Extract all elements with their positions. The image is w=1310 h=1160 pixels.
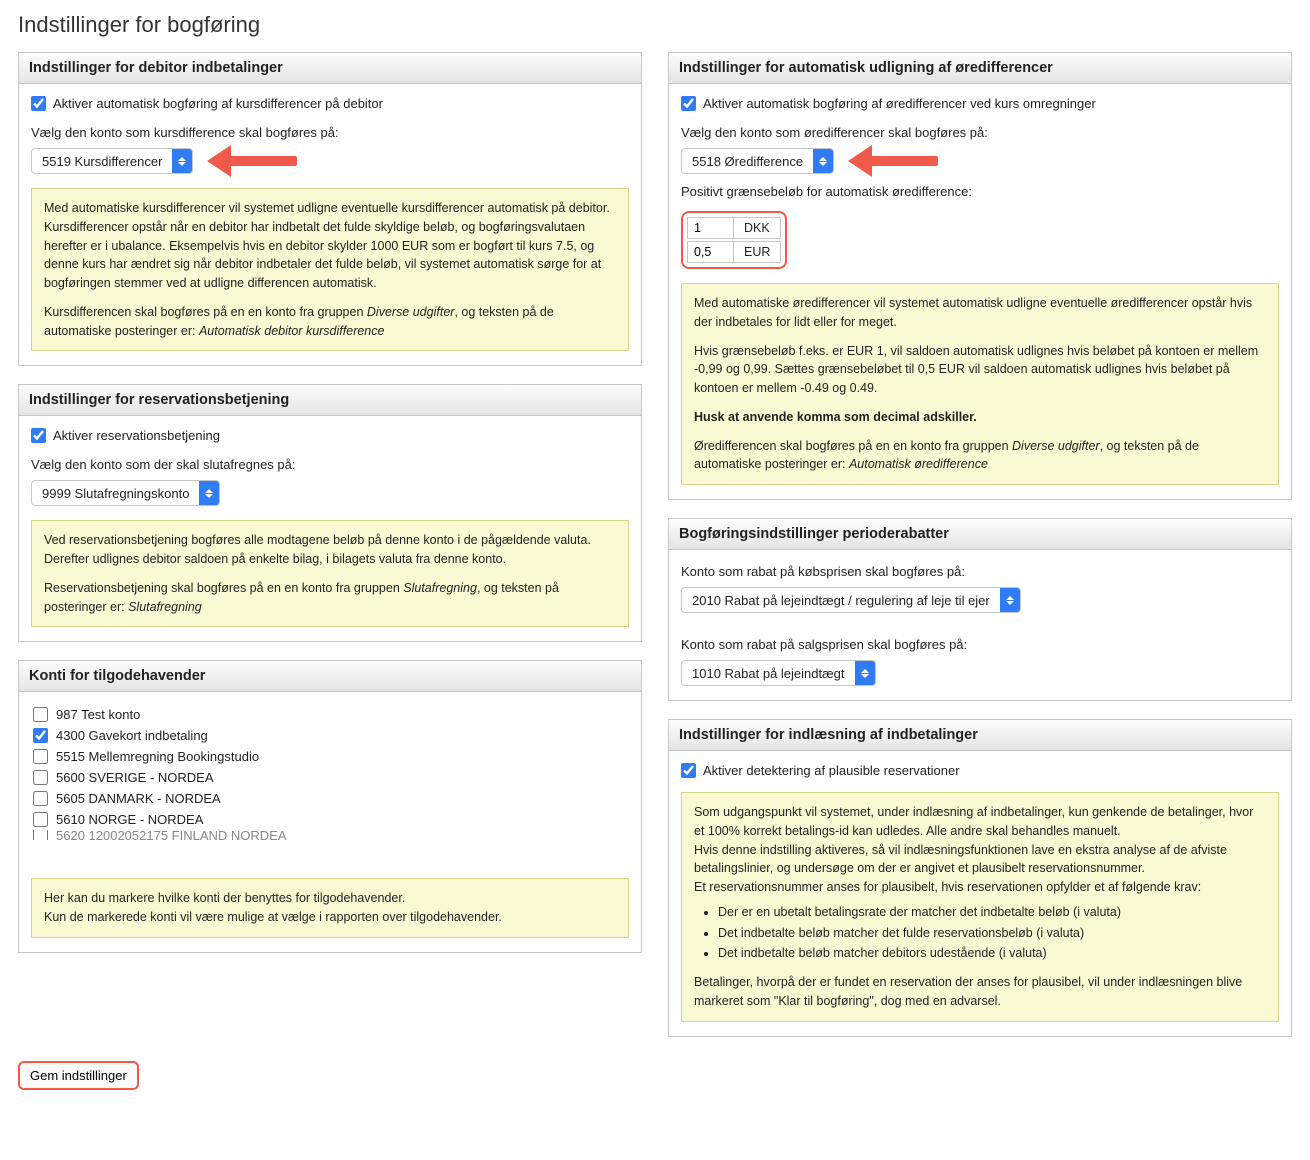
reservation-enable-row[interactable]: Aktiver reservationsbetjening: [31, 428, 629, 443]
ore-limit-currency: EUR: [733, 241, 781, 263]
panel-indlaes: Indstillinger for indlæsning af indbetal…: [668, 719, 1292, 1037]
rabat-buy-label: Konto som rabat på købsprisen skal bogfø…: [681, 564, 1279, 579]
account-item-label: 5620 12002052175 FINLAND NORDEA: [56, 830, 287, 840]
account-item-label: 5515 Mellemregning Bookingstudio: [56, 749, 259, 764]
account-item-label: 5600 SVERIGE - NORDEA: [56, 770, 214, 785]
save-button[interactable]: Gem indstillinger: [18, 1061, 139, 1090]
debitor-enable-label: Aktiver automatisk bogføring af kursdiff…: [53, 96, 383, 111]
reservation-account-select[interactable]: 9999 Slutafregningskonto: [31, 480, 220, 506]
chevron-updown-icon: [813, 149, 833, 173]
indlaes-enable-label: Aktiver detektering af plausible reserva…: [703, 763, 960, 778]
rabat-sell-select[interactable]: 1010 Rabat på lejeindtægt: [681, 660, 876, 686]
account-item-checkbox[interactable]: [33, 707, 48, 722]
arrow-annotation-icon: [207, 148, 297, 174]
ore-limit-input[interactable]: [687, 217, 733, 239]
ore-limit-row: DKK: [687, 217, 781, 239]
panel-rabat: Bogføringsindstillinger perioderabatter …: [668, 518, 1292, 701]
indlaes-bullet: Det indbetalte beløb matcher debitors ud…: [718, 944, 1266, 963]
account-item-label: 5605 DANMARK - NORDEA: [56, 791, 221, 806]
ore-limit-input[interactable]: [687, 241, 733, 263]
ore-enable-row[interactable]: Aktiver automatisk bogføring af ørediffe…: [681, 96, 1279, 111]
debitor-account-label: Vælg den konto som kursdifference skal b…: [31, 125, 629, 140]
ore-enable-checkbox[interactable]: [681, 96, 696, 111]
chevron-updown-icon: [199, 481, 219, 505]
account-item-label: 5610 NORGE - NORDEA: [56, 812, 203, 827]
panel-ore: Indstillinger for automatisk udligning a…: [668, 52, 1292, 500]
debitor-account-select-value: 5519 Kursdifferencer: [32, 154, 172, 169]
account-item[interactable]: 5605 DANMARK - NORDEA: [31, 788, 625, 809]
debitor-account-select[interactable]: 5519 Kursdifferencer: [31, 148, 193, 174]
indlaes-bullet: Der er en ubetalt betalingsrate der matc…: [718, 903, 1266, 922]
panel-accounts: Konti for tilgodehavender 987 Test konto…: [18, 660, 642, 953]
panel-debitor-header: Indstillinger for debitor indbetalinger: [19, 53, 641, 84]
ore-limit-row: EUR: [687, 241, 781, 263]
panel-reservation: Indstillinger for reservationsbetjening …: [18, 384, 642, 642]
chevron-updown-icon: [1000, 588, 1020, 612]
account-item-label: 4300 Gavekort indbetaling: [56, 728, 208, 743]
indlaes-info: Som udgangspunkt vil systemet, under ind…: [681, 792, 1279, 1022]
indlaes-bullet: Det indbetalte beløb matcher det fulde r…: [718, 924, 1266, 943]
panel-rabat-header: Bogføringsindstillinger perioderabatter: [669, 519, 1291, 550]
account-item-checkbox[interactable]: [33, 830, 48, 840]
ore-limit-currency: DKK: [733, 217, 781, 239]
ore-account-select-value: 5518 Øredifference: [682, 154, 813, 169]
debitor-info: Med automatiske kursdifferencer vil syst…: [31, 188, 629, 351]
account-item[interactable]: 5620 12002052175 FINLAND NORDEA: [31, 830, 625, 840]
panel-reservation-header: Indstillinger for reservationsbetjening: [19, 385, 641, 416]
chevron-updown-icon: [855, 661, 875, 685]
account-item[interactable]: 987 Test konto: [31, 704, 625, 725]
reservation-account-select-value: 9999 Slutafregningskonto: [32, 486, 199, 501]
rabat-sell-select-value: 1010 Rabat på lejeindtægt: [682, 666, 855, 681]
reservation-info: Ved reservationsbetjening bogføres alle …: [31, 520, 629, 627]
reservation-enable-checkbox[interactable]: [31, 428, 46, 443]
panel-accounts-header: Konti for tilgodehavender: [19, 661, 641, 692]
chevron-updown-icon: [172, 149, 192, 173]
ore-account-select[interactable]: 5518 Øredifference: [681, 148, 834, 174]
indlaes-enable-row[interactable]: Aktiver detektering af plausible reserva…: [681, 763, 1279, 778]
indlaes-enable-checkbox[interactable]: [681, 763, 696, 778]
rabat-sell-label: Konto som rabat på salgsprisen skal bogf…: [681, 637, 1279, 652]
account-item[interactable]: 5610 NORGE - NORDEA: [31, 809, 625, 830]
arrow-annotation-icon: [848, 148, 938, 174]
rabat-buy-select[interactable]: 2010 Rabat på lejeindtægt / regulering a…: [681, 587, 1021, 613]
rabat-buy-select-value: 2010 Rabat på lejeindtægt / regulering a…: [682, 593, 1000, 608]
account-item-checkbox[interactable]: [33, 749, 48, 764]
debitor-enable-checkbox[interactable]: [31, 96, 46, 111]
ore-enable-label: Aktiver automatisk bogføring af ørediffe…: [703, 96, 1096, 111]
account-item-checkbox[interactable]: [33, 770, 48, 785]
ore-info: Med automatiske øredifferencer vil syste…: [681, 283, 1279, 485]
ore-limit-box: DKKEUR: [681, 211, 787, 269]
ore-account-label: Vælg den konto som øredifferencer skal b…: [681, 125, 1279, 140]
account-item-label: 987 Test konto: [56, 707, 140, 722]
account-item[interactable]: 4300 Gavekort indbetaling: [31, 725, 625, 746]
account-item[interactable]: 5600 SVERIGE - NORDEA: [31, 767, 625, 788]
panel-indlaes-header: Indstillinger for indlæsning af indbetal…: [669, 720, 1291, 751]
accounts-list[interactable]: 987 Test konto 4300 Gavekort indbetaling 5…: [31, 704, 629, 864]
page-title: Indstillinger for bogføring: [18, 12, 1292, 38]
ore-limit-label: Positivt grænsebeløb for automatisk øred…: [681, 184, 1279, 199]
accounts-info: Her kan du markere hvilke konti der beny…: [31, 878, 629, 938]
panel-debitor: Indstillinger for debitor indbetalinger …: [18, 52, 642, 366]
account-item-checkbox[interactable]: [33, 728, 48, 743]
panel-ore-header: Indstillinger for automatisk udligning a…: [669, 53, 1291, 84]
reservation-account-label: Vælg den konto som der skal slutafregnes…: [31, 457, 629, 472]
account-item[interactable]: 5515 Mellemregning Bookingstudio: [31, 746, 625, 767]
account-item-checkbox[interactable]: [33, 791, 48, 806]
debitor-enable-row[interactable]: Aktiver automatisk bogføring af kursdiff…: [31, 96, 629, 111]
account-item-checkbox[interactable]: [33, 812, 48, 827]
reservation-enable-label: Aktiver reservationsbetjening: [53, 428, 220, 443]
